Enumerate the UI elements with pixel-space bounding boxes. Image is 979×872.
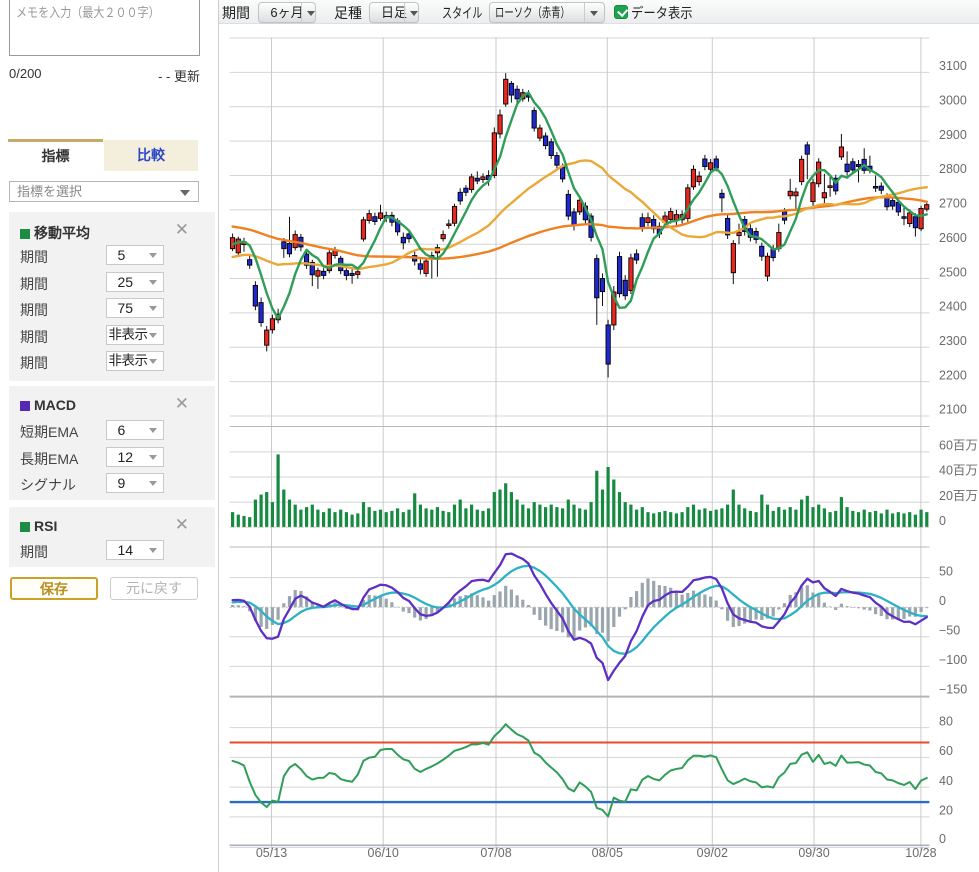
svg-text:3000: 3000 bbox=[939, 93, 967, 107]
svg-text:2200: 2200 bbox=[939, 368, 967, 382]
svg-text:60百万: 60百万 bbox=[939, 439, 978, 453]
svg-text:3100: 3100 bbox=[939, 59, 967, 73]
svg-text:60: 60 bbox=[939, 744, 953, 758]
svg-text:2800: 2800 bbox=[939, 162, 967, 176]
svg-text:40百万: 40百万 bbox=[939, 464, 978, 478]
svg-text:40: 40 bbox=[939, 774, 953, 788]
svg-text:80: 80 bbox=[939, 714, 953, 728]
svg-text:2100: 2100 bbox=[939, 403, 967, 417]
svg-text:09/30: 09/30 bbox=[798, 846, 829, 860]
svg-text:2600: 2600 bbox=[939, 231, 967, 245]
svg-text:20: 20 bbox=[939, 804, 953, 818]
svg-text:0: 0 bbox=[939, 514, 946, 528]
svg-text:−150: −150 bbox=[939, 683, 967, 697]
svg-text:07/08: 07/08 bbox=[480, 846, 511, 860]
svg-text:20百万: 20百万 bbox=[939, 489, 978, 503]
svg-text:05/13: 05/13 bbox=[256, 846, 287, 860]
svg-text:2700: 2700 bbox=[939, 197, 967, 211]
svg-text:−50: −50 bbox=[939, 624, 960, 638]
svg-text:2900: 2900 bbox=[939, 128, 967, 142]
svg-text:50: 50 bbox=[939, 564, 953, 578]
svg-text:2300: 2300 bbox=[939, 334, 967, 348]
svg-text:09/02: 09/02 bbox=[697, 846, 728, 860]
svg-text:0: 0 bbox=[939, 832, 946, 846]
svg-text:2500: 2500 bbox=[939, 265, 967, 279]
svg-text:−100: −100 bbox=[939, 653, 967, 667]
svg-text:0: 0 bbox=[939, 594, 946, 608]
svg-text:2400: 2400 bbox=[939, 300, 967, 314]
svg-text:08/05: 08/05 bbox=[592, 846, 623, 860]
svg-text:10/28: 10/28 bbox=[905, 846, 936, 860]
svg-text:06/10: 06/10 bbox=[368, 846, 399, 860]
